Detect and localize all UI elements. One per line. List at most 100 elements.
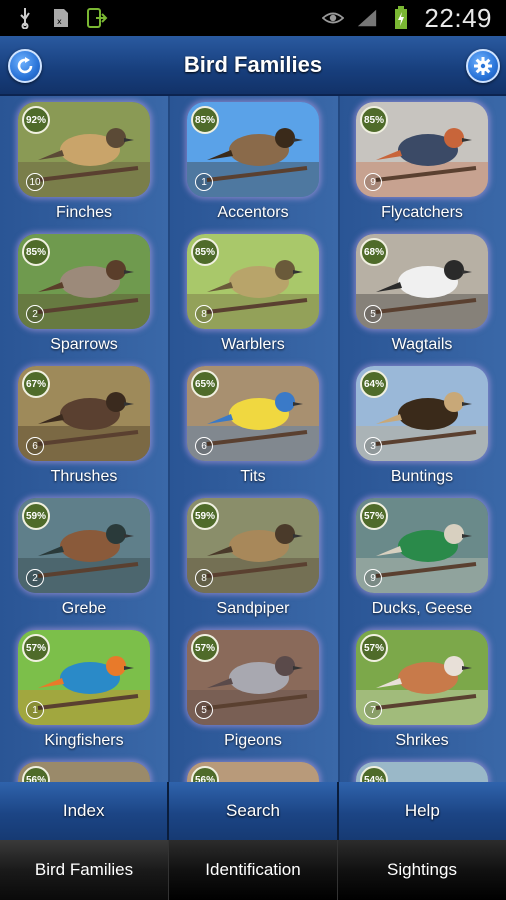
bird-photo: 65% 6 bbox=[187, 366, 319, 461]
clock: 22:49 bbox=[424, 2, 492, 33]
family-name: Grebe bbox=[61, 600, 107, 617]
species-count-badge: 6 bbox=[26, 437, 44, 455]
family-name: Wagtails bbox=[391, 336, 453, 353]
family-name: Ducks, Geese bbox=[371, 600, 473, 617]
species-count-badge: 5 bbox=[364, 305, 382, 323]
tab-identification[interactable]: Identification bbox=[169, 840, 338, 900]
match-percent-badge: 57% bbox=[191, 634, 219, 662]
bird-photo: 56% bbox=[187, 762, 319, 782]
match-percent-badge: 92% bbox=[22, 106, 50, 134]
match-percent-badge: 57% bbox=[360, 634, 388, 662]
species-count-badge: 1 bbox=[195, 173, 213, 191]
search-button[interactable]: Search bbox=[169, 782, 339, 840]
family-name: Warblers bbox=[221, 336, 285, 353]
family-name: Flycatchers bbox=[381, 204, 463, 221]
family-name: Tits bbox=[240, 468, 266, 485]
family-tile[interactable]: 85% 1 Accentors bbox=[169, 96, 337, 228]
family-tile[interactable]: 57% 1 Kingfishers bbox=[0, 624, 168, 756]
family-tile[interactable]: 56% bbox=[169, 756, 337, 782]
index-button[interactable]: Index bbox=[0, 782, 170, 840]
family-name: Accentors bbox=[217, 204, 289, 221]
match-percent-badge: 65% bbox=[191, 370, 219, 398]
signal-icon bbox=[356, 7, 378, 29]
family-tile[interactable]: 85% 8 Warblers bbox=[169, 228, 337, 360]
match-percent-badge: 68% bbox=[360, 238, 388, 266]
family-tile[interactable]: 64% 3 Buntings bbox=[338, 360, 506, 492]
match-percent-badge: 59% bbox=[191, 502, 219, 530]
tab-bird-families[interactable]: Bird Families bbox=[0, 840, 169, 900]
family-tile[interactable]: 85% 9 Flycatchers bbox=[338, 96, 506, 228]
bird-photo: 59% 8 bbox=[187, 498, 319, 593]
bird-photo: 57% 9 bbox=[356, 498, 488, 593]
family-tile[interactable]: 67% 6 Thrushes bbox=[0, 360, 168, 492]
family-tile[interactable]: 57% 9 Ducks, Geese bbox=[338, 492, 506, 624]
refresh-icon bbox=[17, 57, 33, 74]
title-bar: Bird Families bbox=[0, 36, 506, 96]
family-name: Pigeons bbox=[224, 732, 282, 749]
match-percent-badge: 67% bbox=[22, 370, 50, 398]
bird-photo: 57% 7 bbox=[356, 630, 488, 725]
tab-bar: Bird Families Identification Sightings bbox=[0, 840, 506, 900]
family-tile[interactable]: 92% 10 Finches bbox=[0, 96, 168, 228]
family-name: Thrushes bbox=[50, 468, 118, 485]
family-tile[interactable]: 65% 6 Tits bbox=[169, 360, 337, 492]
species-count-badge: 3 bbox=[364, 437, 382, 455]
action-menu: Index Search Help bbox=[0, 782, 506, 840]
family-tile[interactable]: 54% bbox=[338, 756, 506, 782]
refresh-button[interactable] bbox=[8, 49, 42, 83]
bird-photo: 64% 3 bbox=[356, 366, 488, 461]
species-count-badge: 10 bbox=[26, 173, 44, 191]
family-name: Finches bbox=[55, 204, 113, 221]
match-percent-badge: 57% bbox=[360, 502, 388, 530]
match-percent-badge: 85% bbox=[191, 238, 219, 266]
page-title: Bird Families bbox=[183, 52, 323, 77]
match-percent-badge: 64% bbox=[360, 370, 388, 398]
bird-photo: 85% 9 bbox=[356, 102, 488, 197]
family-tile[interactable]: 68% 5 Wagtails bbox=[338, 228, 506, 360]
family-name: Sandpiper bbox=[216, 600, 290, 617]
svg-text:x: x bbox=[57, 17, 62, 26]
status-bar: x 22:49 bbox=[0, 0, 506, 36]
species-count-badge: 2 bbox=[26, 305, 44, 323]
match-percent-badge: 59% bbox=[22, 502, 50, 530]
bird-photo: 54% bbox=[356, 762, 488, 782]
family-name: Kingfishers bbox=[44, 732, 124, 749]
family-tile[interactable]: 57% 7 Shrikes bbox=[338, 624, 506, 756]
family-tile[interactable]: 59% 8 Sandpiper bbox=[169, 492, 337, 624]
sim-icon: x bbox=[50, 7, 72, 29]
family-name: Sparrows bbox=[50, 336, 118, 353]
species-count-badge: 7 bbox=[364, 701, 382, 719]
species-count-badge: 1 bbox=[26, 701, 44, 719]
family-tile[interactable]: 56% bbox=[0, 756, 168, 782]
settings-button[interactable] bbox=[466, 49, 500, 83]
gear-icon bbox=[474, 57, 492, 75]
bird-photo: 57% 5 bbox=[187, 630, 319, 725]
usb-icon bbox=[14, 7, 36, 29]
family-name: Shrikes bbox=[395, 732, 449, 749]
family-name: Buntings bbox=[390, 468, 454, 485]
help-button[interactable]: Help bbox=[338, 782, 506, 840]
bird-photo: 57% 1 bbox=[18, 630, 150, 725]
tab-sightings[interactable]: Sightings bbox=[338, 840, 506, 900]
bird-photo: 67% 6 bbox=[18, 366, 150, 461]
species-count-badge: 8 bbox=[195, 305, 213, 323]
family-tile[interactable]: 57% 5 Pigeons bbox=[169, 624, 337, 756]
match-percent-badge: 85% bbox=[360, 106, 388, 134]
species-count-badge: 8 bbox=[195, 569, 213, 587]
match-percent-badge: 57% bbox=[22, 634, 50, 662]
match-percent-badge: 85% bbox=[191, 106, 219, 134]
family-tile[interactable]: 59% 2 Grebe bbox=[0, 492, 168, 624]
download-icon bbox=[86, 7, 108, 29]
match-percent-badge: 85% bbox=[22, 238, 50, 266]
bird-photo: 85% 1 bbox=[187, 102, 319, 197]
family-tile[interactable]: 85% 2 Sparrows bbox=[0, 228, 168, 360]
species-count-badge: 5 bbox=[195, 701, 213, 719]
battery-charging-icon bbox=[390, 6, 412, 29]
bird-photo: 85% 2 bbox=[18, 234, 150, 329]
species-count-badge: 9 bbox=[364, 173, 382, 191]
families-grid: 92% 10 Finches 85% 1 Accentors 85% 9 Flycatchers… bbox=[0, 96, 506, 782]
bird-photo: 85% 8 bbox=[187, 234, 319, 329]
eye-icon bbox=[322, 7, 345, 29]
species-count-badge: 9 bbox=[364, 569, 382, 587]
bird-photo: 59% 2 bbox=[18, 498, 150, 593]
